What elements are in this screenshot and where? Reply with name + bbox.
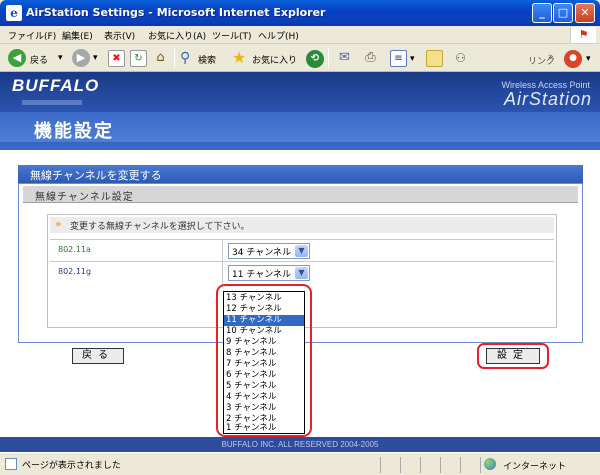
panel-subheading: 無線チャンネル設定 xyxy=(23,186,578,203)
search-button[interactable]: ⚲ 検索 xyxy=(180,48,228,68)
window-titlebar: e AirStation Settings - Microsoft Intern… xyxy=(0,0,600,26)
option-channel-3[interactable]: 3 チャンネル xyxy=(224,403,304,414)
back-button-page[interactable]: 戻る xyxy=(72,348,124,364)
option-channel-5[interactable]: 5 チャンネル xyxy=(224,381,304,392)
messenger-alt-icon[interactable]: ● xyxy=(564,50,582,68)
menu-help[interactable]: ヘルプ(H) xyxy=(258,29,299,42)
maximize-button[interactable]: □ xyxy=(553,3,573,23)
status-text: ページが表示されました xyxy=(22,461,121,471)
toolbar: ◀ 戻る ▾ ▶ ▾ ✖ ↻ ⌂ ⚲ 検索 ★ お気に入り ⟲ ✉ ⎙ ≡ ▾ … xyxy=(0,44,600,72)
channel-select-a[interactable]: 34 チャンネル ▼ xyxy=(228,243,310,259)
forward-arrow-icon: ▶ xyxy=(72,49,90,67)
window-title: AirStation Settings - Microsoft Internet… xyxy=(26,6,326,19)
discuss-icon[interactable] xyxy=(426,50,443,67)
table-row: 802.11g 11 チャンネル ▼ xyxy=(50,261,554,284)
copyright-footer: BUFFALO INC. ALL RESERVED 2004-2005 xyxy=(0,437,600,452)
globe-icon xyxy=(484,458,496,470)
channel-dropdown-list: 13 チャンネル 12 チャンネル 11 チャンネル 10 チャンネル 9 チャ… xyxy=(223,291,305,434)
table-row: 802.11a 34 チャンネル ▼ xyxy=(50,239,554,262)
panel-heading: 無線チャンネルを変更する xyxy=(18,165,583,183)
band-label-a: 802.11a xyxy=(58,245,91,254)
print-icon[interactable]: ⎙ xyxy=(362,50,379,67)
double-arrow-icon: » xyxy=(55,219,62,230)
favorites-button[interactable]: ★ お気に入り xyxy=(232,48,302,68)
page-icon xyxy=(5,458,17,470)
menu-view[interactable]: 表示(V) xyxy=(104,29,135,42)
back-button[interactable]: ◀ 戻る ▾ xyxy=(8,48,68,68)
back-dropdown-icon[interactable]: ▾ xyxy=(58,53,63,63)
menu-file[interactable]: ファイル(F) xyxy=(8,29,56,42)
menu-bar: ファイル(F) 編集(E) 表示(V) お気に入り(A) ツール(T) ヘルプ(… xyxy=(0,26,600,44)
toolbar-more-dropdown-icon[interactable]: ▾ xyxy=(586,54,591,64)
stop-icon[interactable]: ✖ xyxy=(108,50,125,67)
option-channel-1[interactable]: 1 チャンネル xyxy=(224,423,304,434)
windows-logo-icon: ⚑ xyxy=(570,27,596,43)
option-channel-8[interactable]: 8 チャンネル xyxy=(224,348,304,359)
option-channel-10[interactable]: 10 チャンネル xyxy=(224,326,304,337)
minimize-button[interactable]: _ xyxy=(532,3,552,23)
logo-underline xyxy=(22,100,82,105)
messenger-icon[interactable]: ⚇ xyxy=(452,50,469,67)
edit-icon[interactable]: ≡ xyxy=(390,50,407,67)
option-channel-12[interactable]: 12 チャンネル xyxy=(224,304,304,315)
menu-edit[interactable]: 編集(E) xyxy=(62,29,93,42)
instruction-text: 変更する無線チャンネルを選択して下さい。 xyxy=(70,222,250,232)
option-channel-6[interactable]: 6 チャンネル xyxy=(224,370,304,381)
band-label-g: 802.11g xyxy=(58,267,92,276)
back-arrow-icon: ◀ xyxy=(8,49,26,67)
page-title: 機能設定 xyxy=(34,121,114,142)
ie-icon: e xyxy=(6,5,22,21)
refresh-icon[interactable]: ↻ xyxy=(130,50,147,67)
chevron-down-icon[interactable]: ▼ xyxy=(295,245,308,257)
star-icon: ★ xyxy=(232,48,247,67)
home-icon[interactable]: ⌂ xyxy=(152,50,169,67)
option-channel-13[interactable]: 13 チャンネル xyxy=(224,293,304,304)
edit-dropdown-icon[interactable]: ▾ xyxy=(410,54,415,64)
status-bar: ページが表示されました インターネット xyxy=(0,452,600,475)
option-channel-7[interactable]: 7 チャンネル xyxy=(224,359,304,370)
mail-icon[interactable]: ✉ xyxy=(336,50,353,67)
option-channel-11[interactable]: 11 チャンネル xyxy=(224,315,304,326)
forward-button[interactable]: ▶ ▾ xyxy=(72,48,102,68)
set-button[interactable]: 設定 xyxy=(486,348,540,364)
close-button[interactable]: ✕ xyxy=(575,3,595,23)
security-zone: インターネット xyxy=(480,457,596,473)
chevron-right-icon[interactable]: » xyxy=(548,52,554,62)
buffalo-logo: BUFFALO xyxy=(12,76,100,95)
search-icon: ⚲ xyxy=(180,50,191,66)
forward-dropdown-icon[interactable]: ▾ xyxy=(93,53,98,63)
chevron-down-icon[interactable]: ▼ xyxy=(295,267,308,279)
instruction-row: » 変更する無線チャンネルを選択して下さい。 xyxy=(50,217,554,233)
menu-tools[interactable]: ツール(T) xyxy=(212,29,252,42)
option-channel-9[interactable]: 9 チャンネル xyxy=(224,337,304,348)
history-icon[interactable]: ⟲ xyxy=(306,50,324,68)
channel-select-g[interactable]: 11 チャンネル ▼ xyxy=(228,265,310,281)
option-channel-4[interactable]: 4 チャンネル xyxy=(224,392,304,403)
menu-favorites[interactable]: お気に入り(A) xyxy=(148,29,206,42)
airstation-logo: AirStation xyxy=(503,89,592,109)
